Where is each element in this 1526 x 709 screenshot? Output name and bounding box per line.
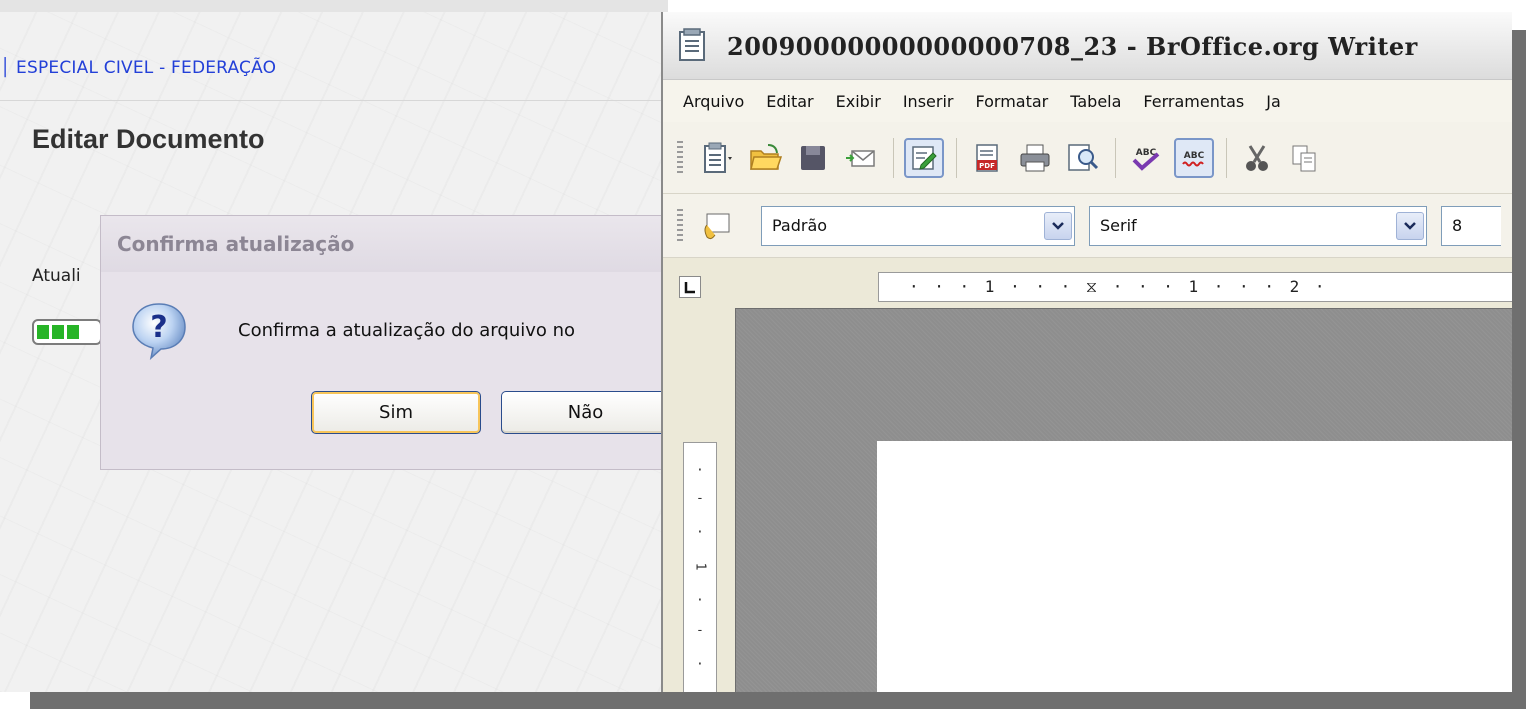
menu-janela[interactable]: Ja bbox=[1266, 92, 1281, 111]
toolbar-grip[interactable] bbox=[677, 140, 683, 175]
dialog-titlebar[interactable]: Confirma atualização bbox=[101, 216, 668, 272]
menu-ferramentas[interactable]: Ferramentas bbox=[1143, 92, 1244, 111]
dialog-message: Confirma a atualização do arquivo no bbox=[238, 320, 576, 341]
no-button[interactable]: Não bbox=[501, 391, 668, 434]
menu-inserir[interactable]: Inserir bbox=[903, 92, 954, 111]
svg-text:?: ? bbox=[150, 310, 167, 345]
vertical-ruler[interactable]: · - · 1 · - · bbox=[683, 442, 717, 692]
vruler-mark: · bbox=[696, 593, 704, 608]
frame-shadow-right bbox=[1512, 30, 1526, 709]
update-status-label: Atuali bbox=[32, 266, 81, 286]
menu-tabela[interactable]: Tabela bbox=[1070, 92, 1121, 111]
open-folder-icon[interactable] bbox=[745, 138, 785, 178]
menu-editar[interactable]: Editar bbox=[766, 92, 813, 111]
vruler-mark: · bbox=[696, 657, 704, 672]
cut-icon[interactable] bbox=[1237, 138, 1277, 178]
vruler-mark: - bbox=[696, 623, 704, 638]
vruler-mark: · bbox=[696, 463, 704, 478]
ruler-marks: · · · 1 · · · ⧖ · · · 1 · · · 2 · bbox=[909, 277, 1328, 296]
ruler-area: · · · 1 · · · ⧖ · · · 1 · · · 2 · bbox=[663, 258, 1512, 314]
menu-arquivo[interactable]: Arquivo bbox=[683, 92, 744, 111]
formatting-toolbar: Padrão Serif 8 bbox=[663, 194, 1512, 258]
toolbar-separator bbox=[1115, 137, 1116, 178]
tab-stop-selector[interactable] bbox=[679, 276, 701, 298]
frame-shadow-bottom bbox=[30, 692, 1526, 709]
save-icon[interactable] bbox=[793, 138, 833, 178]
document-canvas bbox=[735, 308, 1512, 692]
horizontal-ruler[interactable]: · · · 1 · · · ⧖ · · · 1 · · · 2 · bbox=[878, 272, 1512, 302]
confirm-update-dialog: Confirma atualização ? Confirma a atuali… bbox=[100, 215, 668, 470]
document-page[interactable] bbox=[877, 441, 1512, 692]
question-icon: ? bbox=[132, 303, 186, 360]
toolbar-separator bbox=[1226, 137, 1227, 178]
menu-bar: Arquivo Editar Exibir Inserir Formatar T… bbox=[663, 80, 1512, 122]
menu-formatar[interactable]: Formatar bbox=[975, 92, 1048, 111]
spellcheck-icon[interactable]: ABC bbox=[1126, 138, 1166, 178]
dialog-title: Confirma atualização bbox=[117, 232, 355, 256]
export-pdf-icon[interactable]: PDF bbox=[967, 138, 1007, 178]
yes-button[interactable]: Sim bbox=[311, 391, 481, 434]
chevron-down-icon[interactable] bbox=[1396, 211, 1424, 240]
paragraph-style-value: Padrão bbox=[772, 216, 828, 235]
svg-text:PDF: PDF bbox=[979, 162, 995, 170]
font-name-select[interactable]: Serif bbox=[1089, 205, 1427, 246]
toolbar-separator bbox=[893, 137, 894, 178]
paragraph-style-select[interactable]: Padrão bbox=[761, 205, 1075, 246]
vruler-mark: 1 bbox=[692, 562, 708, 571]
email-icon[interactable] bbox=[841, 138, 881, 178]
court-header-link[interactable]: │ ESPECIAL CIVEL - FEDERAÇÃO bbox=[0, 58, 276, 78]
page-preview-icon[interactable] bbox=[1063, 138, 1103, 178]
autospellcheck-icon[interactable]: ABC bbox=[1174, 137, 1214, 178]
header-divider bbox=[0, 100, 668, 101]
styles-formatting-icon[interactable] bbox=[697, 206, 737, 246]
vruler-mark: · bbox=[696, 525, 704, 540]
menu-exibir[interactable]: Exibir bbox=[836, 92, 881, 111]
toolbar-grip[interactable] bbox=[677, 208, 683, 243]
web-page-background: │ ESPECIAL CIVEL - FEDERAÇÃO Editar Docu… bbox=[0, 0, 668, 692]
chevron-down-icon[interactable] bbox=[1044, 211, 1072, 240]
font-size-select[interactable]: 8 bbox=[1441, 205, 1501, 246]
page-top-strip bbox=[0, 0, 668, 12]
window-title: 20090000000000000708_23 - BrOffice.org W… bbox=[727, 32, 1418, 61]
edit-file-icon[interactable] bbox=[904, 137, 944, 178]
toolbar-separator bbox=[956, 137, 957, 178]
standard-toolbar: PDF ABC ABC bbox=[663, 122, 1512, 194]
new-document-icon[interactable] bbox=[697, 138, 737, 178]
writer-window: 20090000000000000708_23 - BrOffice.org W… bbox=[661, 12, 1512, 692]
svg-text:ABC: ABC bbox=[1184, 151, 1205, 161]
page-title: Editar Documento bbox=[32, 124, 265, 154]
copy-icon[interactable] bbox=[1285, 138, 1325, 178]
writer-titlebar[interactable]: 20090000000000000708_23 - BrOffice.org W… bbox=[663, 12, 1512, 80]
vruler-mark: - bbox=[696, 491, 704, 506]
document-icon bbox=[679, 28, 705, 61]
font-name-value: Serif bbox=[1100, 216, 1137, 235]
print-icon[interactable] bbox=[1015, 138, 1055, 178]
upload-progress-bar bbox=[32, 319, 102, 345]
font-size-value: 8 bbox=[1452, 216, 1463, 235]
progress-fill bbox=[37, 325, 82, 339]
